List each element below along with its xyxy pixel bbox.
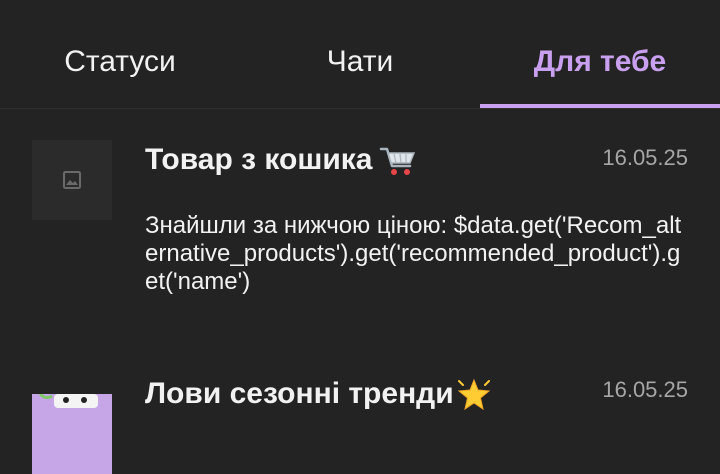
item-title-text: Товар з кошика — [145, 143, 373, 176]
tab-chats[interactable]: Чати — [240, 42, 480, 82]
item-thumbnail — [32, 394, 112, 474]
image-placeholder-icon — [63, 171, 81, 189]
shopping-cart-icon — [379, 147, 415, 176]
glowing-star-icon — [457, 378, 490, 411]
item-title-text: Лови сезонні тренди — [145, 377, 454, 410]
item-body: Знайшли за нижчою ціною: $data.get('Reco… — [145, 212, 682, 295]
feed-item[interactable]: Товар з кошика 16.05.25 Знайшли за нижчо… — [0, 140, 720, 360]
tab-statuses[interactable]: Статуси — [0, 42, 240, 82]
item-title: Товар з кошика — [145, 142, 417, 178]
promo-image — [32, 394, 112, 474]
item-date: 16.05.25 — [602, 377, 688, 402]
tab-divider — [0, 108, 720, 109]
item-thumbnail — [32, 140, 112, 220]
item-date: 16.05.25 — [602, 145, 688, 170]
tab-for-you[interactable]: Для тебе — [480, 42, 720, 82]
tab-bar: Статуси Чати Для тебе — [0, 0, 720, 110]
feed-item[interactable]: Лови сезонні тренди 16.05.25 — [0, 374, 720, 474]
item-title: Лови сезонні тренди — [145, 376, 492, 413]
